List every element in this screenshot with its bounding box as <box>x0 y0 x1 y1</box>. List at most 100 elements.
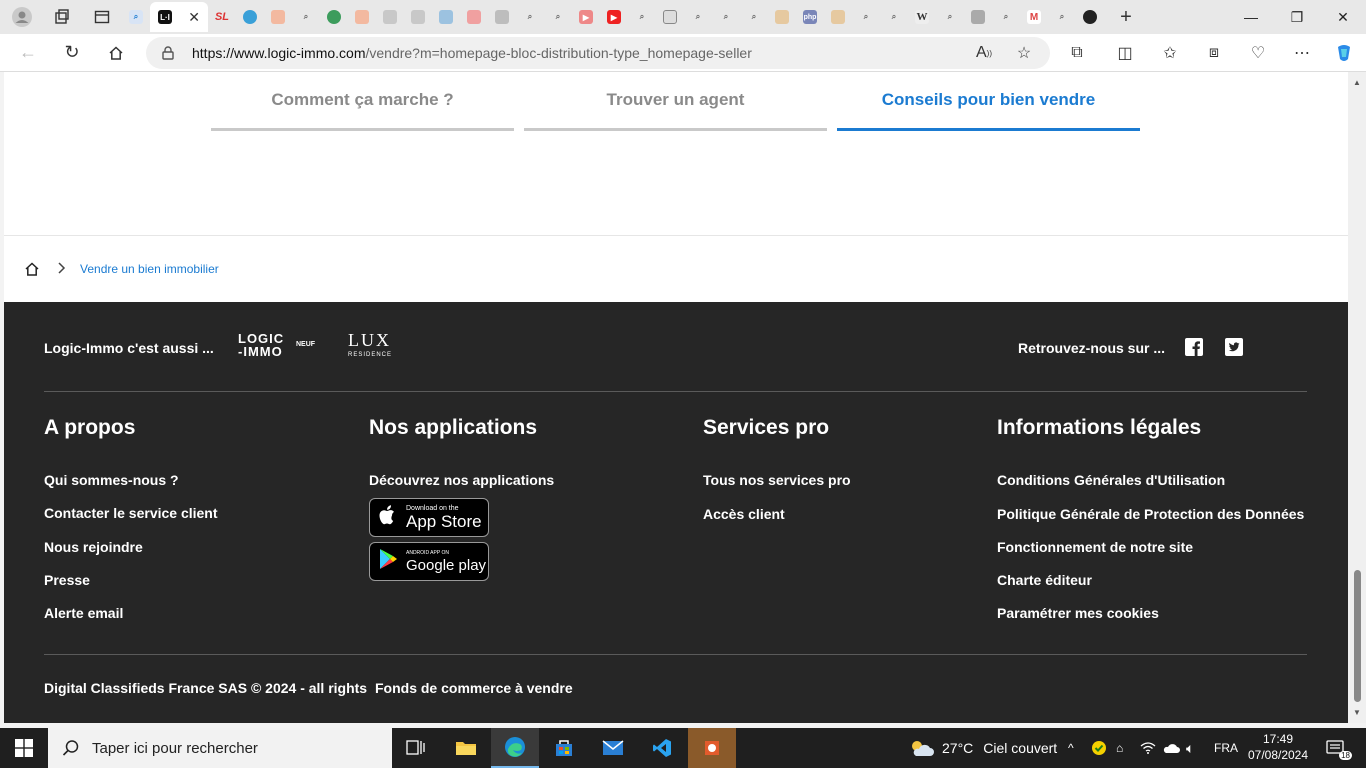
footer-link-editor-charter[interactable]: Charte éditeur <box>997 572 1304 605</box>
tab-folder-2[interactable] <box>404 2 432 32</box>
collections-icon[interactable]: ⧈ <box>1194 34 1234 72</box>
footer-link-business-sale[interactable]: Fonds de commerce à vendre <box>375 680 573 696</box>
refresh-button[interactable]: ↻ <box>50 34 94 72</box>
facebook-icon[interactable] <box>1185 338 1203 356</box>
tab-pma-2[interactable] <box>824 2 852 32</box>
favorites-icon[interactable]: ✩ <box>1150 34 1190 72</box>
tab-search-13[interactable]: ⌕ <box>1048 2 1076 32</box>
footer-link-email-alert[interactable]: Alerte email <box>44 605 218 638</box>
app-icon[interactable] <box>688 728 736 768</box>
tab-search-10[interactable]: ⌕ <box>880 2 908 32</box>
scrollbar-thumb[interactable] <box>1354 570 1361 702</box>
tab-search-6[interactable]: ⌕ <box>684 2 712 32</box>
tab-search-5[interactable]: ⌕ <box>628 2 656 32</box>
file-explorer-icon[interactable] <box>442 728 490 768</box>
copilot-icon[interactable] <box>1324 34 1364 72</box>
footer-link-client-access[interactable]: Accès client <box>703 506 851 539</box>
tab-youtube-2[interactable]: ▶ <box>600 2 628 32</box>
tab-search-4[interactable]: ⌕ <box>544 2 572 32</box>
home-icon[interactable] <box>24 261 40 277</box>
footer-link-how-site-works[interactable]: Fonctionnement de notre site <box>997 539 1304 572</box>
tab-search-7[interactable]: ⌕ <box>712 2 740 32</box>
scroll-down-arrow-icon[interactable]: ▼ <box>1353 708 1361 717</box>
tab-actions-icon[interactable] <box>88 3 116 31</box>
tab-find-agent[interactable]: Trouver un agent <box>524 72 827 131</box>
workspaces-icon[interactable] <box>48 3 76 31</box>
page-scrollbar[interactable]: ▲ ▼ <box>1348 72 1366 723</box>
language-indicator[interactable]: FRA <box>1214 728 1238 768</box>
breadcrumb-current[interactable]: Vendre un bien immobilier <box>80 262 219 276</box>
tab-selling-tips[interactable]: Conseils pour bien vendre <box>837 72 1140 131</box>
tab-edge-page[interactable] <box>236 2 264 32</box>
footer-link-privacy[interactable]: Politique Générale de Protection des Don… <box>997 506 1304 539</box>
tab-how-it-works[interactable]: Comment ça marche ? <box>211 72 514 131</box>
task-view-icon[interactable] <box>392 728 440 768</box>
tab-monitor[interactable] <box>432 2 460 32</box>
more-options-icon[interactable]: ⋯ <box>1282 34 1322 72</box>
microsoft-store-icon[interactable] <box>540 728 588 768</box>
tab-search-2[interactable]: ⌕ <box>292 2 320 32</box>
close-tab-icon[interactable]: ✕ <box>188 9 200 26</box>
close-window-button[interactable]: ✕ <box>1320 0 1366 34</box>
tab-search-8[interactable]: ⌕ <box>740 2 768 32</box>
app-store-badge[interactable]: Download on the App Store <box>369 498 489 537</box>
read-aloud-icon[interactable]: A)) <box>964 34 1004 72</box>
tab-wikipedia[interactable]: W <box>908 2 936 32</box>
scroll-up-arrow-icon[interactable]: ▲ <box>1353 78 1361 87</box>
profile-icon[interactable] <box>8 3 36 31</box>
tab-mail-2[interactable] <box>348 2 376 32</box>
vscode-icon[interactable] <box>638 728 686 768</box>
back-button[interactable]: ← <box>6 34 50 72</box>
split-screen-icon[interactable]: ◫ <box>1105 34 1145 72</box>
favorite-star-icon[interactable]: ☆ <box>1004 34 1044 72</box>
footer-link-press[interactable]: Presse <box>44 572 218 605</box>
tab-search-3[interactable]: ⌕ <box>516 2 544 32</box>
usb-icon[interactable]: ⌂ <box>1116 728 1123 768</box>
tab-puzzle[interactable] <box>964 2 992 32</box>
tab-pdf[interactable] <box>460 2 488 32</box>
taskbar-clock[interactable]: 17:49 07/08/2024 <box>1240 731 1316 763</box>
volume-icon[interactable]: 🔈︎ <box>1186 728 1194 768</box>
tab-search-11[interactable]: ⌕ <box>936 2 964 32</box>
onedrive-cloud-icon[interactable] <box>1162 728 1180 768</box>
google-play-badge[interactable]: ANDROID APP ON Google play <box>369 542 489 581</box>
wifi-icon[interactable] <box>1140 728 1156 768</box>
footer-link-join[interactable]: Nous rejoindre <box>44 539 218 572</box>
tab-globe[interactable] <box>320 2 348 32</box>
taskbar-search-box[interactable]: Taper ici pour rechercher <box>48 728 392 768</box>
new-tab-button[interactable]: + <box>1112 3 1140 31</box>
tab-github[interactable] <box>1076 2 1104 32</box>
lux-residence-logo[interactable]: LUX RESIDENCE <box>348 330 398 362</box>
home-button[interactable] <box>94 34 138 72</box>
windows-start-icon[interactable] <box>0 728 48 768</box>
footer-link-who-we-are[interactable]: Qui sommes-nous ? <box>44 472 218 505</box>
tab-gmail[interactable]: M <box>1020 2 1048 32</box>
notification-center-icon[interactable]: 18 <box>1324 738 1352 760</box>
norton-icon[interactable] <box>1091 728 1107 768</box>
browser-essentials-icon[interactable]: ♡ <box>1238 34 1278 72</box>
tab-logic-immo-active[interactable]: L·I ✕ <box>150 2 208 32</box>
tab-folder[interactable] <box>376 2 404 32</box>
footer-link-apps[interactable]: Découvrez nos applications <box>369 472 554 498</box>
footer-link-contact[interactable]: Contacter le service client <box>44 505 218 539</box>
tab-search-12[interactable]: ⌕ <box>992 2 1020 32</box>
mail-app-icon[interactable] <box>589 728 637 768</box>
tab-calendar[interactable] <box>488 2 516 32</box>
tab-doc[interactable] <box>656 2 684 32</box>
footer-link-cookies[interactable]: Paramétrer mes cookies <box>997 605 1304 638</box>
url-field[interactable]: https://www.logic-immo.com/vendre?m=home… <box>146 37 1050 69</box>
chevron-up-icon[interactable]: ^ <box>1068 728 1074 768</box>
weather-widget[interactable]: 27°C Ciel couvert <box>908 728 1057 768</box>
minimize-button[interactable]: — <box>1228 0 1274 34</box>
logic-immo-neuf-logo[interactable]: LOGIC -IMMO NEUF <box>238 332 320 362</box>
tab-sl[interactable]: SL <box>208 2 236 32</box>
maximize-button[interactable]: ❐ <box>1274 0 1320 34</box>
footer-link-pro-services[interactable]: Tous nos services pro <box>703 472 851 506</box>
tab-pma-1[interactable] <box>768 2 796 32</box>
tab-php[interactable]: php <box>796 2 824 32</box>
edge-app-icon[interactable] <box>491 728 539 768</box>
footer-link-cgu[interactable]: Conditions Générales d'Utilisation <box>997 472 1304 506</box>
tab-youtube-1[interactable]: ▶ <box>572 2 600 32</box>
extensions-icon[interactable]: ⧉ <box>1057 34 1097 72</box>
tab-search-9[interactable]: ⌕ <box>852 2 880 32</box>
